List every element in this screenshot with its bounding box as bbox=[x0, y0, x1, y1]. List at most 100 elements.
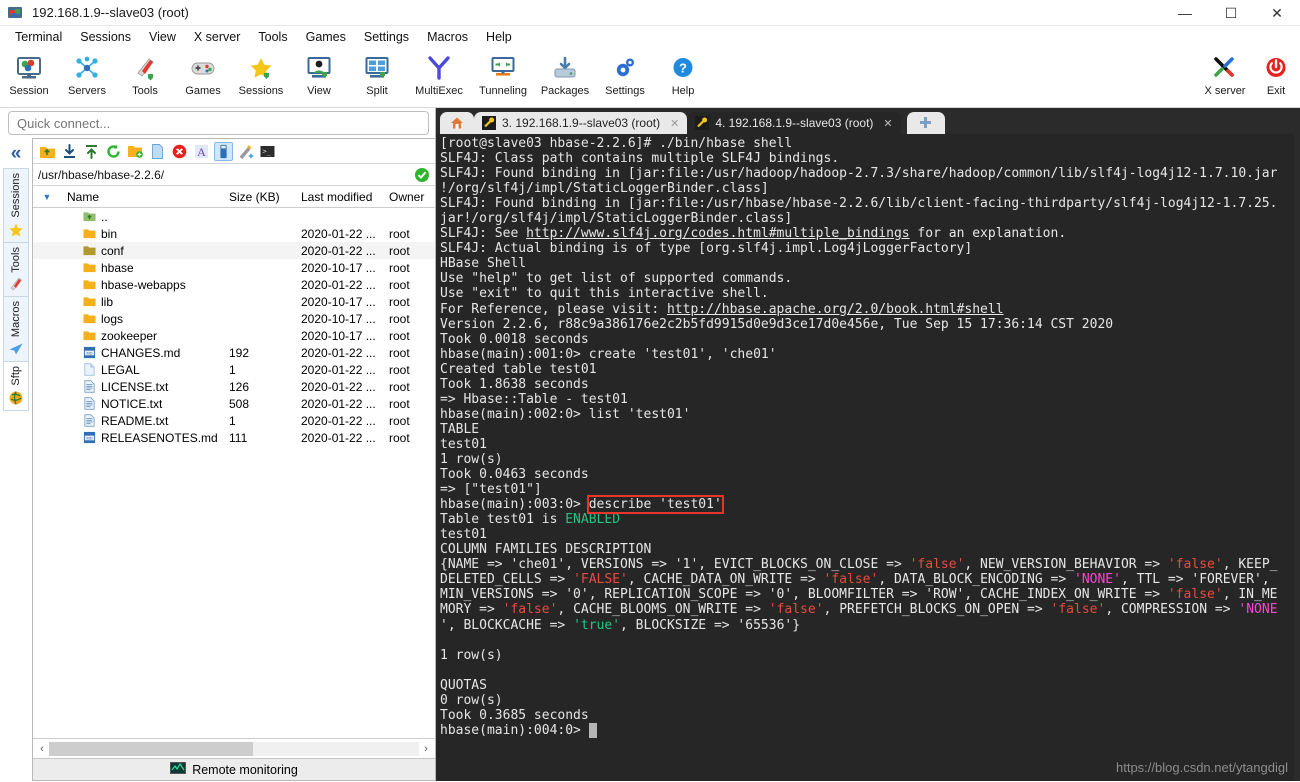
menu-x-server[interactable]: X server bbox=[185, 28, 250, 46]
sidebar-item-tools[interactable]: Tools bbox=[3, 241, 29, 297]
sftp-file-list[interactable]: .. bin 2020-01-22 ... root conf 2020-01-22 ..… bbox=[33, 208, 435, 738]
follow-terminal-folder-icon[interactable] bbox=[214, 141, 233, 161]
menu-games[interactable]: Games bbox=[297, 28, 355, 46]
parent-dir-icon bbox=[83, 210, 96, 223]
scroll-left-arrow[interactable]: ‹ bbox=[35, 743, 49, 755]
toolbar-tunneling-button[interactable]: Tunneling bbox=[472, 51, 534, 97]
delete-icon[interactable] bbox=[170, 142, 189, 161]
collapse-sidebar-button[interactable]: « bbox=[0, 140, 32, 168]
toolbar-view-button[interactable]: View bbox=[290, 51, 348, 97]
table-row[interactable]: README.txt 1 2020-01-22 ... root bbox=[33, 412, 435, 429]
terminal-tab-3-close-icon[interactable]: ✕ bbox=[670, 117, 679, 130]
toolbar-multiexec-button[interactable]: MultiExec bbox=[406, 51, 472, 97]
table-row[interactable]: conf 2020-01-22 ... root bbox=[33, 242, 435, 259]
sort-indicator-icon[interactable]: ▼ bbox=[33, 192, 61, 202]
menu-sessions[interactable]: Sessions bbox=[71, 28, 140, 46]
file-name-cell[interactable]: zookeeper bbox=[61, 329, 223, 343]
file-name-cell[interactable]: LICENSE.txt bbox=[61, 380, 223, 394]
sftp-toolbar: A >_ bbox=[33, 139, 435, 164]
column-last-modified[interactable]: Last modified bbox=[295, 190, 383, 204]
toolbar-session-button[interactable]: Session bbox=[0, 51, 58, 97]
text-mode-icon[interactable]: A bbox=[192, 142, 211, 161]
new-folder-icon[interactable] bbox=[126, 142, 145, 161]
column-owner[interactable]: Owner bbox=[383, 190, 435, 204]
toolbar-servers-button[interactable]: Servers bbox=[58, 51, 116, 97]
toolbar-packages-button[interactable]: Packages bbox=[534, 51, 596, 97]
terminal-tab-4-close-icon[interactable]: ✕ bbox=[883, 117, 892, 130]
column-name[interactable]: Name bbox=[61, 190, 223, 204]
download-icon[interactable] bbox=[60, 142, 79, 161]
terminal-line: test01 bbox=[440, 527, 1300, 542]
menu-terminal[interactable]: Terminal bbox=[6, 28, 71, 46]
menu-help[interactable]: Help bbox=[477, 28, 521, 46]
file-name-cell[interactable]: hbase-webapps bbox=[61, 278, 223, 292]
file-name-cell[interactable]: logs bbox=[61, 312, 223, 326]
terminal-tab-strip: 3. 192.168.1.9--slave03 (root) ✕ 4. 192.… bbox=[436, 108, 1300, 134]
minimize-button[interactable]: — bbox=[1162, 0, 1208, 26]
sftp-path-value[interactable]: /usr/hbase/hbase-2.2.6/ bbox=[33, 168, 409, 182]
toolbar-settings-button[interactable]: Settings bbox=[596, 51, 654, 97]
terminal-line: Took 0.0018 seconds bbox=[440, 332, 1300, 347]
open-terminal-icon[interactable]: >_ bbox=[258, 142, 277, 161]
menu-macros[interactable]: Macros bbox=[418, 28, 477, 46]
toolbar-tools-button[interactable]: Tools bbox=[116, 51, 174, 97]
table-row[interactable]: MD CHANGES.md 192 2020-01-22 ... root bbox=[33, 344, 435, 361]
quick-edit-icon[interactable] bbox=[236, 142, 255, 161]
file-name-cell[interactable]: NOTICE.txt bbox=[61, 397, 223, 411]
table-row[interactable]: lib 2020-10-17 ... root bbox=[33, 293, 435, 310]
quick-connect-input[interactable] bbox=[8, 111, 429, 135]
upload-icon[interactable] bbox=[82, 142, 101, 161]
terminal-scrollbar[interactable] bbox=[1294, 134, 1300, 781]
scroll-track[interactable] bbox=[49, 741, 419, 756]
menu-tools[interactable]: Tools bbox=[249, 28, 296, 46]
table-row[interactable]: LEGAL 1 2020-01-22 ... root bbox=[33, 361, 435, 378]
column-size[interactable]: Size (KB) bbox=[223, 190, 295, 204]
file-name-cell[interactable]: MD CHANGES.md bbox=[61, 346, 223, 360]
file-name-cell[interactable]: MD RELEASENOTES.md bbox=[61, 431, 223, 445]
sidebar-item-macros[interactable]: Macros bbox=[3, 296, 29, 362]
file-name-cell[interactable]: .. bbox=[61, 210, 223, 224]
file-name-cell[interactable]: LEGAL bbox=[61, 363, 223, 377]
sidebar-item-sessions[interactable]: Sessions bbox=[3, 168, 29, 242]
close-button[interactable]: ✕ bbox=[1254, 0, 1300, 26]
remote-monitoring-bar[interactable]: Remote monitoring bbox=[33, 758, 435, 780]
scroll-thumb[interactable] bbox=[49, 741, 253, 756]
table-row[interactable]: .. bbox=[33, 208, 435, 225]
menu-view[interactable]: View bbox=[140, 28, 185, 46]
toolbar-sessions-button[interactable]: Sessions bbox=[232, 51, 290, 97]
terminal-new-tab-button[interactable] bbox=[906, 112, 945, 134]
terminal-tab-4[interactable]: 4. 192.168.1.9--slave03 (root) ✕ bbox=[687, 112, 901, 134]
toolbar-help-button[interactable]: ? Help bbox=[654, 51, 712, 97]
toolbar-games-button[interactable]: Games bbox=[174, 51, 232, 97]
terminal-output[interactable]: [root@slave03 hbase-2.2.6]# ./bin/hbase … bbox=[436, 134, 1300, 781]
scroll-right-arrow[interactable]: › bbox=[419, 743, 433, 755]
horizontal-scrollbar[interactable]: ‹ › bbox=[33, 738, 435, 758]
toolbar-xserver-button[interactable]: X server bbox=[1194, 51, 1256, 97]
file-name-cell[interactable]: hbase bbox=[61, 261, 223, 275]
terminal-tab-3[interactable]: 3. 192.168.1.9--slave03 (root) ✕ bbox=[474, 112, 688, 134]
sidebar-item-sftp[interactable]: Sftp bbox=[3, 361, 29, 411]
terminal-tab-home[interactable] bbox=[440, 112, 474, 134]
table-row[interactable]: MD RELEASENOTES.md 111 2020-01-22 ... root bbox=[33, 429, 435, 446]
table-row[interactable]: NOTICE.txt 508 2020-01-22 ... root bbox=[33, 395, 435, 412]
go-up-icon[interactable] bbox=[38, 142, 57, 161]
file-name-cell[interactable]: bin bbox=[61, 227, 223, 241]
text-file-icon bbox=[83, 397, 96, 410]
table-row[interactable]: hbase-webapps 2020-01-22 ... root bbox=[33, 276, 435, 293]
toolbar-split-button[interactable]: Split bbox=[348, 51, 406, 97]
text-file-icon bbox=[83, 380, 96, 393]
table-row[interactable]: zookeeper 2020-10-17 ... root bbox=[33, 327, 435, 344]
table-row[interactable]: bin 2020-01-22 ... root bbox=[33, 225, 435, 242]
file-name-label: LICENSE.txt bbox=[101, 379, 169, 394]
toolbar-exit-button[interactable]: Exit bbox=[1256, 51, 1296, 97]
table-row[interactable]: LICENSE.txt 126 2020-01-22 ... root bbox=[33, 378, 435, 395]
table-row[interactable]: hbase 2020-10-17 ... root bbox=[33, 259, 435, 276]
menu-settings[interactable]: Settings bbox=[355, 28, 418, 46]
maximize-button[interactable]: ☐ bbox=[1208, 0, 1254, 26]
table-row[interactable]: logs 2020-10-17 ... root bbox=[33, 310, 435, 327]
file-name-cell[interactable]: README.txt bbox=[61, 414, 223, 428]
file-name-cell[interactable]: lib bbox=[61, 295, 223, 309]
refresh-icon[interactable] bbox=[104, 142, 123, 161]
new-file-icon[interactable] bbox=[148, 142, 167, 161]
file-name-cell[interactable]: conf bbox=[61, 244, 223, 258]
